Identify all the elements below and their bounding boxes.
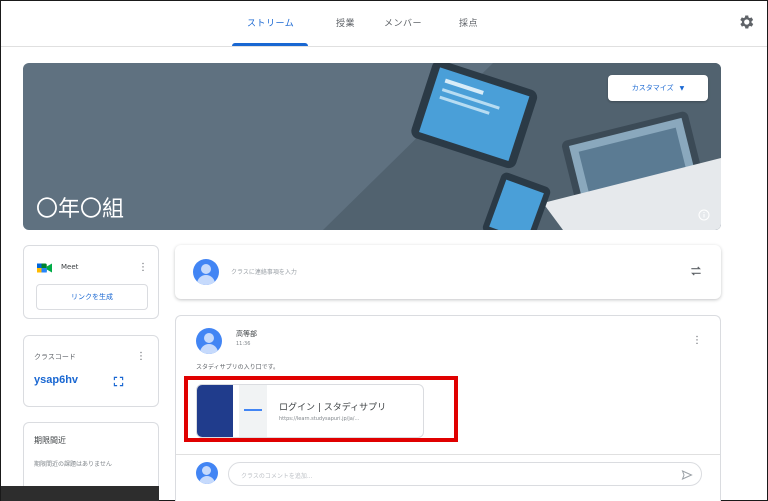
upcoming-text: 期限間近の課題はありません <box>34 461 112 468</box>
active-tab-indicator <box>232 43 308 46</box>
class-banner: 〇年〇組 カスタマイズ ▼ <box>23 63 721 230</box>
class-code-card: クラスコード ⋮ ysap6hv <box>23 335 159 407</box>
tab-grades[interactable]: 採点 <box>459 16 478 29</box>
top-nav: ストリーム 授業 メンバー 採点 <box>1 1 767 47</box>
meet-card: Meet ⋮ リンクを生成 <box>23 245 159 319</box>
tab-stream[interactable]: ストリーム <box>247 16 294 29</box>
class-code-label: クラスコード <box>34 353 76 361</box>
more-vert-icon[interactable]: ⋮ <box>138 263 148 273</box>
highlight-box <box>184 376 458 442</box>
dropdown-arrow-icon: ▼ <box>679 84 685 92</box>
avatar <box>196 462 218 484</box>
post-author: 高等部 <box>236 330 257 338</box>
avatar <box>196 328 222 354</box>
tab-classwork[interactable]: 授業 <box>336 16 355 29</box>
tab-people[interactable]: メンバー <box>384 16 422 29</box>
upcoming-label: 期限間近 <box>34 436 66 445</box>
info-icon[interactable] <box>698 209 710 221</box>
send-icon[interactable] <box>681 469 693 481</box>
comment-placeholder: クラスのコメントを追加... <box>241 473 313 480</box>
class-code-value: ysap6hv <box>34 374 79 386</box>
gear-icon[interactable] <box>737 13 755 31</box>
meet-label: Meet <box>61 263 79 271</box>
classroom-window: ストリーム 授業 メンバー 採点 〇年〇組 カスタマイズ ▼ Meet ⋮ リン… <box>0 0 768 501</box>
post-body: スタディサプリの入り口です。 <box>196 364 279 371</box>
repost-icon[interactable] <box>689 264 703 278</box>
bottom-overlay <box>1 486 159 501</box>
more-vert-icon[interactable]: ⋮ <box>692 336 702 346</box>
meet-logo-icon <box>37 263 52 273</box>
announce-placeholder: クラスに連絡事項を入力 <box>231 269 297 276</box>
generate-link-button[interactable]: リンクを生成 <box>36 284 148 310</box>
announce-bar[interactable]: クラスに連絡事項を入力 <box>175 245 721 299</box>
more-vert-icon[interactable]: ⋮ <box>136 352 146 362</box>
customize-button[interactable]: カスタマイズ ▼ <box>608 75 708 101</box>
comment-input[interactable]: クラスのコメントを追加... <box>228 462 702 486</box>
post-time: 11:36 <box>236 341 251 347</box>
divider <box>176 454 720 455</box>
avatar <box>193 259 219 285</box>
class-title: 〇年〇組 <box>36 196 125 221</box>
fullscreen-icon[interactable] <box>113 376 124 387</box>
customize-label: カスタマイズ <box>631 84 674 92</box>
